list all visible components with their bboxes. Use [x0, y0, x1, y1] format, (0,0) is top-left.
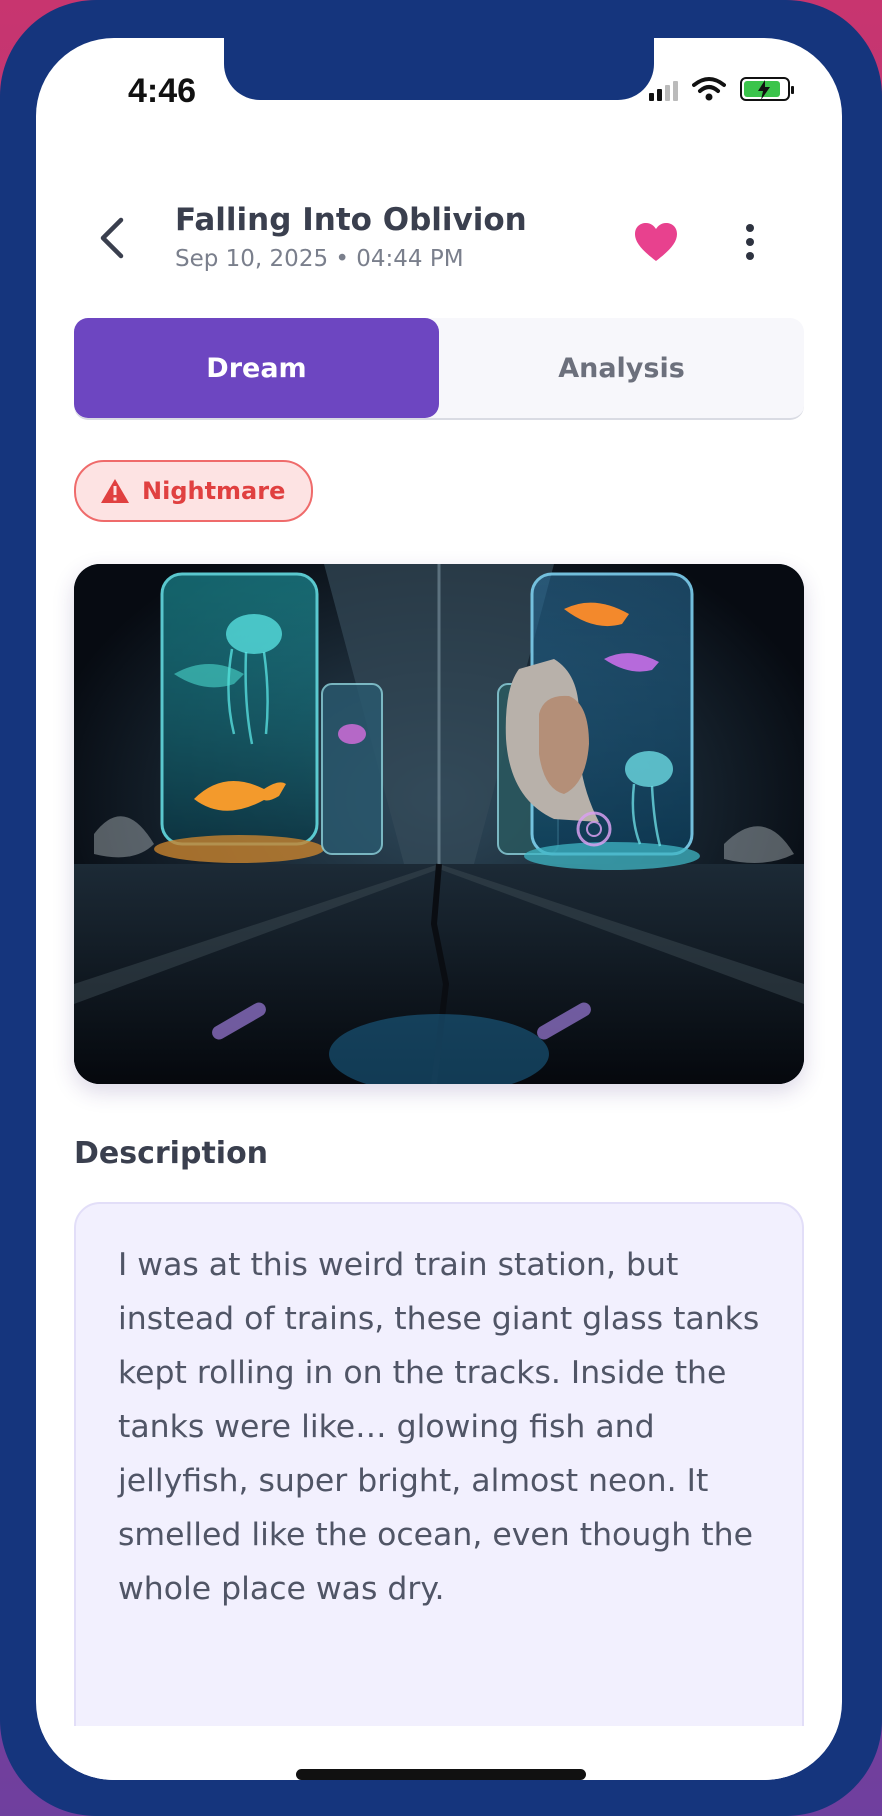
badge-label: Nightmare — [142, 477, 286, 505]
header: Falling Into Oblivion Sep 10, 2025 • 04:… — [36, 188, 842, 288]
app-screen: 4:46 Falling Into Oblivion Sep 10, 2025 … — [36, 38, 842, 1780]
notch — [224, 38, 654, 100]
tab-bar: Dream Analysis — [74, 318, 804, 420]
heart-icon — [635, 223, 677, 261]
nightmare-badge: Nightmare — [74, 460, 314, 522]
warning-icon — [101, 479, 129, 503]
home-indicator[interactable] — [296, 1769, 586, 1780]
dream-artwork-icon — [74, 564, 804, 1084]
description-card: I was at this weird train station, but i… — [74, 1202, 804, 1780]
description-text: I was at this weird train station, but i… — [118, 1247, 760, 1607]
signal-icon — [649, 77, 678, 101]
description-heading: Description — [74, 1136, 269, 1171]
status-icons — [649, 76, 794, 102]
favorite-button[interactable] — [628, 216, 684, 268]
back-button[interactable] — [82, 208, 142, 268]
tab-dream[interactable]: Dream — [74, 318, 439, 418]
dot — [746, 224, 754, 232]
dot — [746, 238, 754, 246]
dot — [746, 252, 754, 260]
more-options-button[interactable] — [732, 216, 768, 268]
dream-datetime: Sep 10, 2025 • 04:44 PM — [175, 246, 464, 272]
battery-icon — [740, 77, 794, 101]
dream-title: Falling Into Oblivion — [175, 202, 527, 238]
wifi-icon — [692, 77, 726, 101]
dream-image[interactable] — [74, 564, 804, 1084]
status-time: 4:46 — [128, 72, 197, 110]
tab-analysis[interactable]: Analysis — [439, 318, 804, 418]
chevron-left-icon — [100, 217, 124, 259]
